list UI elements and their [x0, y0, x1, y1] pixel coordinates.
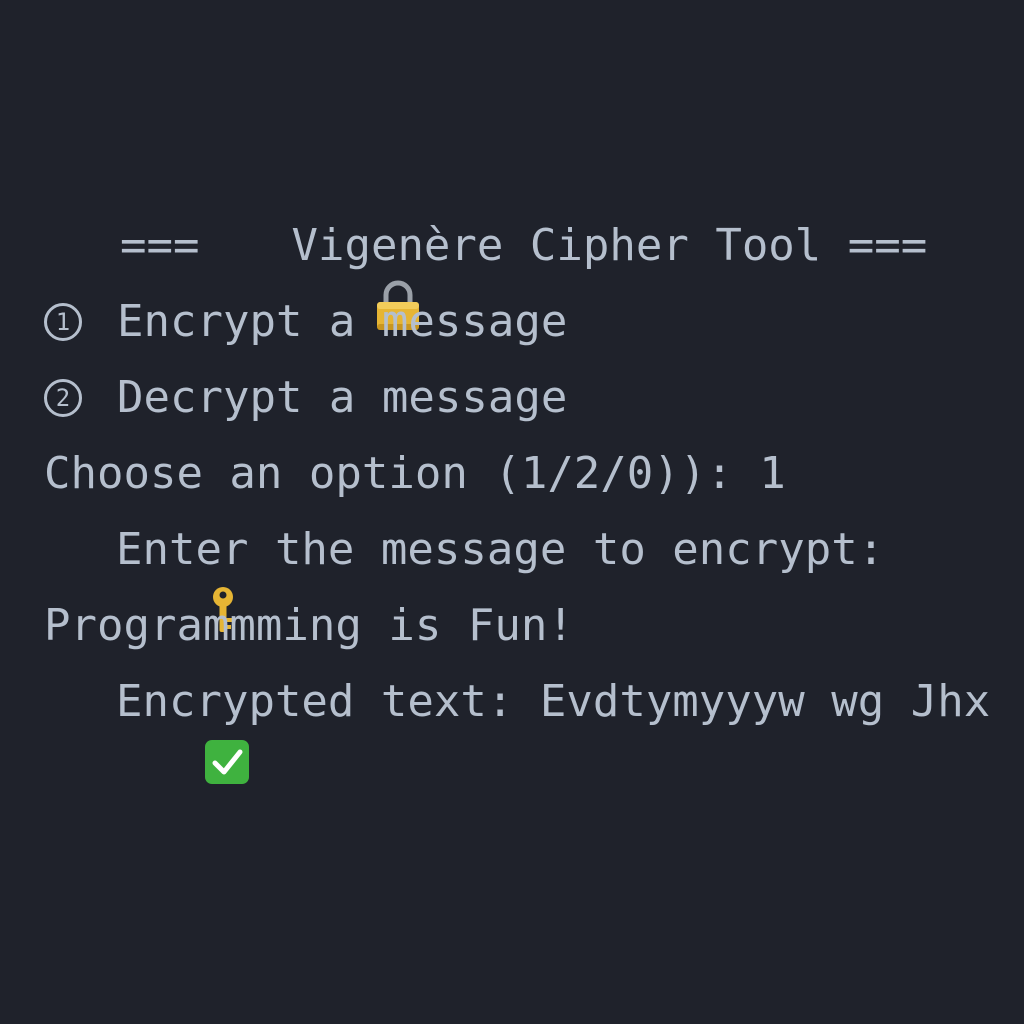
title-suffix: ===: [847, 220, 928, 271]
menu-item-encrypt: 1 Encrypt a message: [44, 292, 567, 352]
key-icon: [44, 524, 233, 632]
menu-number-badge: 2: [44, 379, 82, 417]
result-label: Encrypted text:: [116, 676, 514, 727]
option-prompt: Choose an option (1/2/0)): 1: [44, 448, 786, 499]
lock-icon: [215, 220, 420, 330]
menu-item-decrypt: 2 Decrypt a message: [44, 368, 567, 428]
user-input-line: Programmming is Fun!: [44, 596, 574, 656]
result-value: Evdtymyyyw wg Jhx: [539, 676, 991, 727]
menu-number-badge: 1: [44, 303, 82, 341]
terminal-window: === Vigenère Cipher Tool === 1 Encrypt a…: [0, 0, 1024, 1024]
user-input-text: Programmming is Fun!: [44, 600, 574, 651]
menu-item-label: Encrypt a message: [117, 296, 568, 347]
option-prompt-line: Choose an option (1/2/0)): 1: [44, 444, 786, 504]
menu-item-label: Decrypt a message: [117, 372, 568, 423]
result-line: Encrypted text: Evdtymyyyw wg Jhx: [44, 672, 991, 784]
app-title: Vigenère Cipher Tool: [291, 220, 822, 271]
enter-message-prompt: Enter the message to encrypt:: [116, 524, 885, 575]
title-prefix: ===: [120, 220, 200, 271]
enter-message-line: Enter the message to encrypt:: [44, 520, 885, 632]
check-mark-icon: [44, 678, 249, 784]
title-line: === Vigenère Cipher Tool ===: [120, 216, 928, 330]
